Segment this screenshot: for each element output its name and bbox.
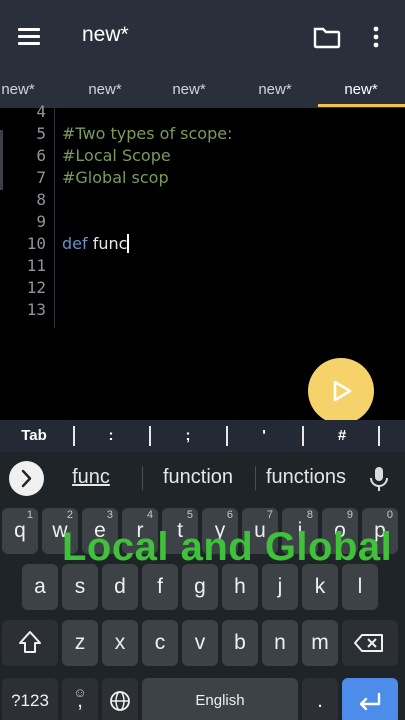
function-name: func — [87, 234, 128, 253]
chevron-right-icon — [21, 469, 32, 488]
tab-3[interactable]: new* — [147, 72, 231, 108]
suggestion-3[interactable]: functions — [260, 466, 352, 489]
code-line-comment: #Two types of scope: — [62, 124, 233, 143]
key-h[interactable]: h — [222, 564, 258, 610]
gutter-divider — [54, 108, 55, 328]
key-v[interactable]: v — [182, 620, 218, 666]
key-q[interactable]: q1 — [2, 508, 38, 554]
symbol-separator — [226, 426, 228, 446]
symbol-separator — [73, 426, 75, 446]
symbol-quote[interactable]: ' — [234, 420, 294, 452]
key-j[interactable]: j — [262, 564, 298, 610]
suggestion-2[interactable]: function — [152, 466, 244, 489]
key-k[interactable]: k — [302, 564, 338, 610]
line-number: 9 — [36, 212, 46, 231]
emoji-icon: ☺ — [73, 685, 87, 700]
key-x[interactable]: x — [102, 620, 138, 666]
tab-2[interactable]: new* — [63, 72, 147, 108]
key-label: q — [14, 519, 26, 542]
text-cursor — [127, 234, 129, 253]
symbol-bar: Tab : ; ' # — [0, 420, 405, 452]
menu-icon[interactable] — [16, 24, 44, 48]
symbol-semicolon[interactable]: ; — [158, 420, 218, 452]
expand-toolbar-button[interactable] — [9, 461, 44, 496]
line-number: 10 — [26, 234, 46, 253]
line-number: 11 — [26, 256, 46, 275]
key-n[interactable]: n — [262, 620, 298, 666]
line-number: 5 — [36, 124, 46, 143]
file-title: new* — [82, 23, 129, 46]
key-m[interactable]: m — [302, 620, 338, 666]
suggestion-separator — [255, 466, 256, 490]
run-button[interactable] — [308, 358, 374, 424]
tab-bar: new* new* new* new* new* — [0, 72, 405, 108]
symbol-separator — [378, 426, 380, 446]
key-s[interactable]: s — [62, 564, 98, 610]
key-hint: 1 — [26, 509, 33, 521]
key-a[interactable]: a — [22, 564, 58, 610]
symbols-key[interactable]: ?123 — [2, 678, 58, 720]
line-number: 7 — [36, 168, 46, 187]
backspace-key[interactable] — [342, 620, 398, 666]
key-d[interactable]: d — [102, 564, 138, 610]
shift-icon — [19, 631, 41, 653]
line-number: 12 — [26, 278, 46, 297]
overlay-caption: Local and Global — [62, 525, 393, 569]
mic-icon[interactable] — [366, 464, 392, 494]
symbol-tab[interactable]: Tab — [4, 420, 64, 452]
more-vert-icon[interactable] — [366, 24, 386, 50]
tab-5-active[interactable]: new* — [319, 72, 403, 108]
key-c[interactable]: c — [142, 620, 178, 666]
key-l[interactable]: l — [342, 564, 378, 610]
shift-key[interactable] — [2, 620, 58, 666]
code-line-def: def func — [62, 234, 129, 253]
emoji-key[interactable]: ☺ , — [62, 678, 98, 720]
folder-icon[interactable] — [312, 24, 342, 50]
symbol-separator — [149, 426, 151, 446]
line-number: 13 — [26, 300, 46, 319]
suggestion-separator — [142, 466, 143, 490]
play-icon — [333, 380, 352, 402]
app-bar: new* — [0, 0, 405, 72]
key-g[interactable]: g — [182, 564, 218, 610]
keyword-def: def — [62, 234, 88, 253]
enter-icon — [359, 692, 381, 711]
language-key[interactable] — [102, 678, 138, 720]
code-line-comment: #Local Scope — [62, 146, 171, 165]
suggestion-strip: func function functions — [0, 452, 405, 504]
line-number: 8 — [36, 190, 46, 209]
symbol-colon[interactable]: : — [81, 420, 141, 452]
key-z[interactable]: z — [62, 620, 98, 666]
symbol-separator — [302, 426, 304, 446]
code-line-comment: #Global scop — [62, 168, 169, 187]
enter-key[interactable] — [342, 678, 398, 720]
globe-icon — [110, 691, 130, 711]
key-b[interactable]: b — [222, 620, 258, 666]
tab-4[interactable]: new* — [233, 72, 317, 108]
key-f[interactable]: f — [142, 564, 178, 610]
active-tab-indicator — [318, 104, 405, 107]
line-number: 4 — [36, 102, 46, 121]
suggestion-1[interactable]: func — [60, 466, 122, 489]
backspace-icon — [354, 634, 383, 652]
space-key[interactable]: English — [142, 678, 298, 720]
period-key[interactable]: . — [302, 678, 338, 720]
symbol-hash[interactable]: # — [312, 420, 372, 452]
line-number: 6 — [36, 146, 46, 165]
